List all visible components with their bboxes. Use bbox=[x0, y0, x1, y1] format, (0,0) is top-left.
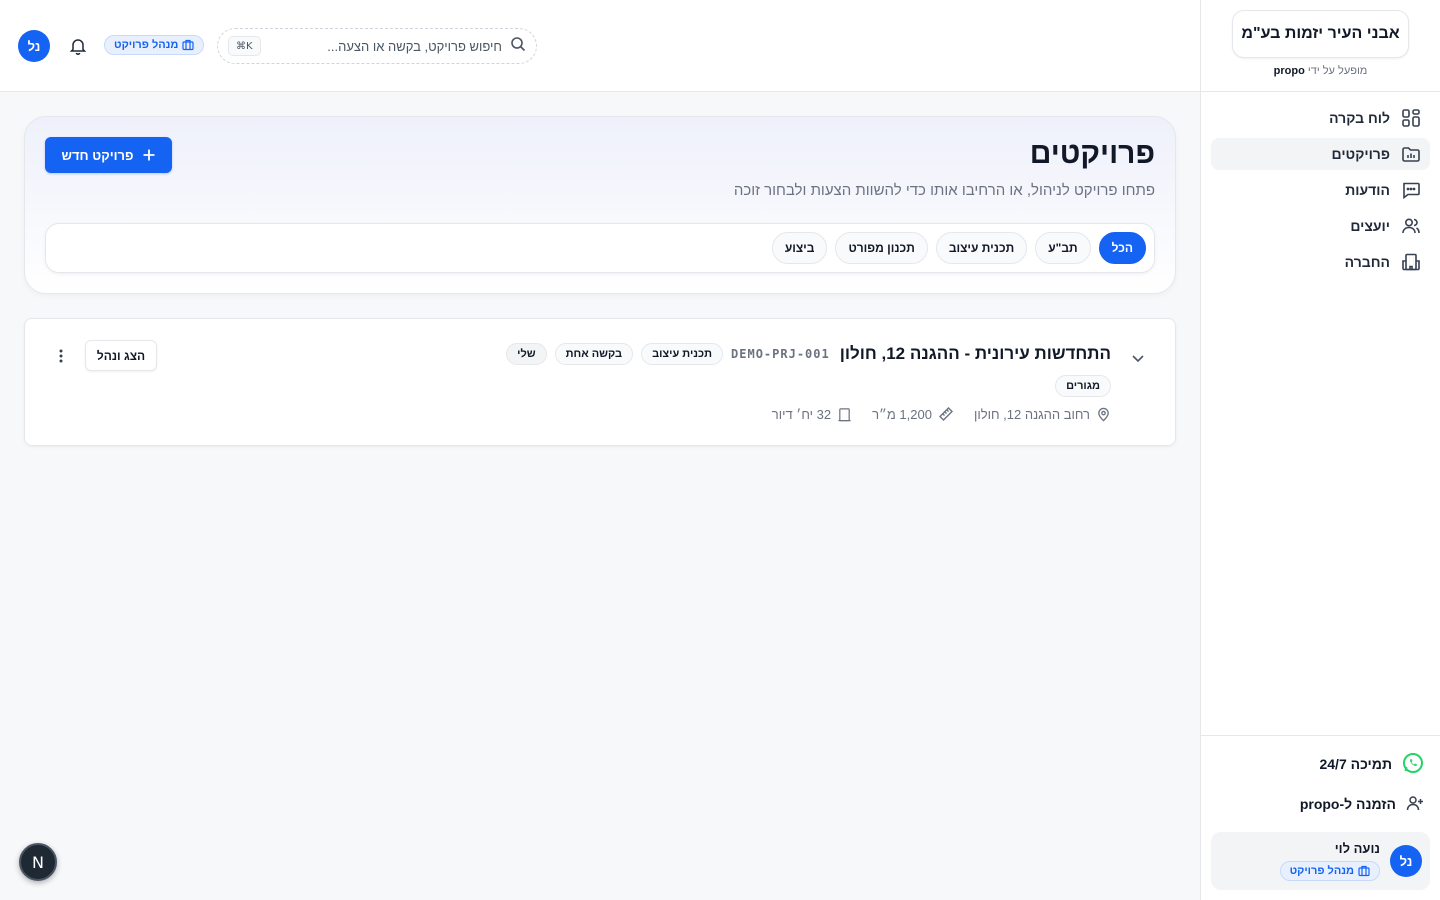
mine-tag: שלי bbox=[506, 343, 547, 365]
filter-all[interactable]: הכל bbox=[1098, 232, 1146, 264]
user-plus-icon bbox=[1406, 794, 1424, 815]
chevron-down-icon[interactable] bbox=[1129, 349, 1147, 367]
support-link[interactable]: תמיכה 24/7 bbox=[1211, 748, 1430, 780]
avatar: נל bbox=[1390, 845, 1422, 877]
address-text: רחוב ההגנה 12, חולון bbox=[973, 406, 1090, 422]
briefcase-icon bbox=[1358, 865, 1370, 877]
building-icon bbox=[1400, 251, 1422, 273]
view-manage-button[interactable]: הצג ונהל bbox=[85, 340, 157, 371]
dashboard-icon bbox=[1400, 107, 1422, 129]
bell-icon[interactable] bbox=[68, 36, 88, 56]
users-icon bbox=[1400, 215, 1422, 237]
project-address: רחוב ההגנה 12, חולון bbox=[974, 407, 1111, 422]
project-header-row: התחדשות עירונית - ההגנה 12, חולון DEMO-P… bbox=[506, 343, 1111, 365]
sidebar-item-label: הודעות bbox=[1345, 182, 1390, 198]
whatsapp-icon bbox=[1402, 752, 1424, 777]
sidebar-item-messages[interactable]: הודעות bbox=[1211, 174, 1430, 206]
top-bar: ⌘K מנהל פרויקט נל bbox=[0, 0, 1200, 92]
sidebar-item-company[interactable]: החברה bbox=[1211, 246, 1430, 278]
role-label: מנהל פרויקט bbox=[1289, 865, 1354, 877]
page-title: פרויקטים bbox=[1029, 137, 1155, 170]
filter-taba[interactable]: תב"ע bbox=[1035, 232, 1091, 264]
search-box[interactable]: ⌘K bbox=[217, 28, 537, 64]
filter-detailed-planning[interactable]: תכנון מפורט bbox=[835, 232, 928, 264]
powered-by-name: propo bbox=[1273, 65, 1305, 77]
project-code: DEMO-PRJ-001 bbox=[731, 347, 830, 361]
type-tag: מגורים bbox=[1055, 375, 1111, 397]
user-avatar-button[interactable]: נל bbox=[18, 30, 50, 62]
briefcase-icon bbox=[182, 39, 195, 51]
units-text: 32 יח׳ דיור bbox=[771, 406, 832, 422]
filter-execution[interactable]: ביצוע bbox=[771, 232, 828, 264]
brand-area: אבני העיר יזמות בע"מ מופעל על ידי propo bbox=[1201, 0, 1440, 92]
sidebar-nav: לוח בקרה פרויקטים הודעות יועצים החברה bbox=[1201, 92, 1440, 278]
project-type-row: מגורים bbox=[1055, 375, 1111, 397]
stage-tag: תכנית עיצוב bbox=[641, 343, 724, 365]
new-project-button[interactable]: פרויקט חדש bbox=[45, 137, 172, 173]
plus-icon bbox=[143, 149, 155, 161]
project-title[interactable]: התחדשות עירונית - ההגנה 12, חולון bbox=[840, 344, 1111, 364]
ruler-icon bbox=[938, 407, 953, 421]
sidebar-item-label: החברה bbox=[1344, 254, 1390, 270]
sidebar-item-label: לוח בקרה bbox=[1329, 110, 1390, 126]
sidebar: אבני העיר יזמות בע"מ מופעל על ידי propo … bbox=[1200, 0, 1440, 900]
sidebar-item-projects[interactable]: פרויקטים bbox=[1211, 138, 1430, 170]
sidebar-item-dashboard[interactable]: לוח בקרה bbox=[1211, 102, 1430, 134]
top-role-badge[interactable]: מנהל פרויקט bbox=[104, 35, 205, 55]
requests-tag: בקשה אחת bbox=[554, 343, 634, 365]
building-icon bbox=[838, 407, 851, 421]
support-label: תמיכה 24/7 bbox=[1319, 756, 1392, 772]
filter-design-plan[interactable]: תכנית עיצוב bbox=[935, 232, 1028, 264]
project-meta-row: רחוב ההגנה 12, חולון 1,200 מ״ר 32 יח׳ די… bbox=[772, 406, 1111, 422]
powered-by-prefix: מופעל על ידי bbox=[1307, 65, 1368, 77]
more-options-icon[interactable] bbox=[51, 346, 71, 366]
invite-link[interactable]: הזמנה ל-propo bbox=[1211, 788, 1430, 820]
location-pin-icon bbox=[1098, 407, 1109, 421]
role-label: מנהל פרויקט bbox=[114, 39, 179, 51]
area-text: 1,200 מ״ר bbox=[872, 406, 932, 422]
sidebar-item-consultants[interactable]: יועצים bbox=[1211, 210, 1430, 242]
stage-filter-bar: הכל תב"ע תכנית עיצוב תכנון מפורט ביצוע bbox=[45, 223, 1155, 273]
user-name: נועה לוי bbox=[1334, 841, 1380, 856]
folder-icon bbox=[1400, 143, 1422, 165]
user-info: נועה לוי מנהל פרויקט bbox=[1279, 841, 1380, 881]
invite-label: הזמנה ל-propo bbox=[1299, 796, 1396, 812]
project-card: התחדשות עירונית - ההגנה 12, חולון DEMO-P… bbox=[24, 318, 1176, 446]
search-input[interactable] bbox=[268, 38, 502, 54]
sidebar-item-label: יועצים bbox=[1350, 218, 1390, 234]
page-description: פתחו פרויקט לניהול, או הרחיבו אותו כדי ל… bbox=[733, 182, 1155, 199]
project-area: 1,200 מ״ר bbox=[872, 406, 954, 422]
sidebar-footer: תמיכה 24/7 הזמנה ל-propo נל נועה לוי מנה… bbox=[1201, 735, 1440, 900]
shortcut-hint: ⌘K bbox=[228, 36, 261, 56]
sidebar-item-label: פרויקטים bbox=[1331, 146, 1390, 162]
role-badge: מנהל פרויקט bbox=[1279, 861, 1380, 881]
new-project-label: פרויקט חדש bbox=[61, 147, 134, 163]
message-icon bbox=[1400, 179, 1422, 201]
company-name[interactable]: אבני העיר יזמות בע"מ bbox=[1232, 10, 1409, 58]
projects-header: פרויקטים פתחו פרויקט לניהול, או הרחיבו א… bbox=[24, 116, 1176, 294]
powered-by: מופעל על ידי propo bbox=[1274, 65, 1368, 77]
user-card[interactable]: נל נועה לוי מנהל פרויקט bbox=[1211, 832, 1430, 890]
search-icon bbox=[510, 36, 526, 57]
floating-dev-button[interactable]: N bbox=[19, 843, 57, 881]
project-units: 32 יח׳ דיור bbox=[772, 407, 852, 422]
